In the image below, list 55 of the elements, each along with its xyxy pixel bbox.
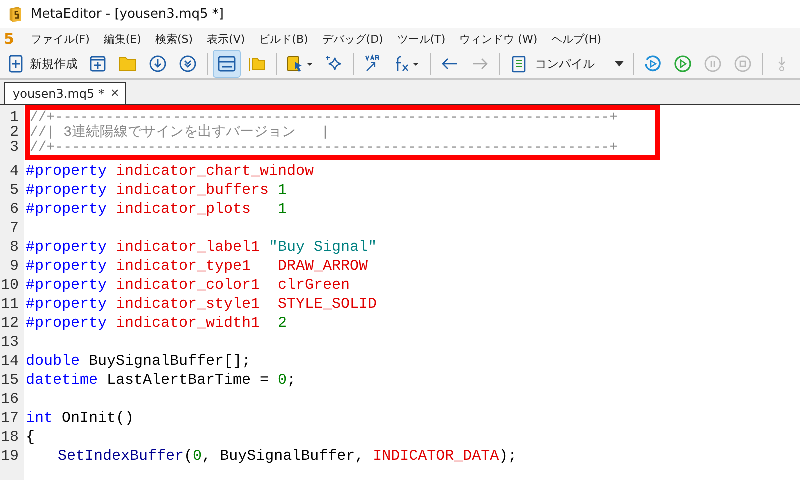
code-line: SetIndexBuffer(0, BuySignalBuffer, INDICATOR_DATA); <box>57 448 518 465</box>
line-number: 12 <box>0 315 20 332</box>
code-line: double BuySignalBuffer[]; <box>25 353 252 370</box>
menu-item[interactable]: ツール(T) <box>390 32 453 46</box>
code-line: #property indicator_type1 DRAW_ARROW <box>25 258 368 275</box>
code-line: //| 3連続陽線でサインを出すバージョン | <box>30 125 330 141</box>
line-number: 13 <box>0 334 20 351</box>
line-number: 6 <box>8 201 20 218</box>
menu-item[interactable]: ヘルプ(H) <box>544 32 608 46</box>
tab-label: yousen3.mq5 * <box>13 86 104 100</box>
file-tab[interactable]: yousen3.mq5 * ✕ <box>4 82 126 104</box>
menu-logo: 5 <box>4 30 16 48</box>
tab-close-button[interactable]: ✕ <box>110 87 120 100</box>
menu-item[interactable]: 表示(V) <box>200 32 252 46</box>
code-line: datetime LastAlertBarTime = 0; <box>25 372 296 389</box>
code-line: #property indicator_plots 1 <box>25 201 288 218</box>
code-line: #property indicator_label1 "Buy Signal" <box>25 239 378 256</box>
code-line: //+------------------------------------------------------------------+ <box>30 110 618 126</box>
line-number: 19 <box>0 448 20 465</box>
line-number: 10 <box>0 277 20 294</box>
layout-icon <box>217 54 237 74</box>
line-number: 5 <box>8 182 20 199</box>
line-number: 7 <box>8 220 20 237</box>
window-title: MetaEditor - [yousen3.mq5 *] <box>31 6 224 22</box>
line-number: 15 <box>0 372 20 389</box>
code-line: #property indicator_color1 clrGreen <box>25 277 350 294</box>
line-number: 1 <box>8 110 20 125</box>
menu-item[interactable]: ウィンドウ (W) <box>452 32 545 46</box>
app-logo-icon <box>8 6 23 22</box>
line-number: 18 <box>0 429 20 446</box>
code-line: { <box>25 429 36 446</box>
line-number: 16 <box>0 391 20 408</box>
menu-item[interactable]: 検索(S) <box>148 32 200 46</box>
compile-button[interactable]: コンパイル <box>505 50 628 78</box>
line-number: 8 <box>8 239 20 256</box>
menu-item[interactable]: ビルド(B) <box>252 32 316 46</box>
caret-icon <box>615 61 624 67</box>
panel-layout-button[interactable] <box>213 50 241 78</box>
line-number: 4 <box>8 163 20 180</box>
line-number: 3 <box>8 140 20 155</box>
menu-item[interactable]: 編集(E) <box>96 32 148 46</box>
line-number: 17 <box>0 410 20 427</box>
new-file-button[interactable]: 新規作成 <box>2 50 82 78</box>
line-number: 11 <box>0 296 20 313</box>
line-number: 2 <box>8 125 20 140</box>
code-line: #property indicator_chart_window <box>25 163 314 180</box>
menu-item[interactable]: ファイル(F) <box>24 32 97 46</box>
line-number: 9 <box>8 258 20 275</box>
code-line: //+------------------------------------------------------------------+ <box>30 140 618 156</box>
code-line: #property indicator_style1 STYLE_SOLID <box>25 296 378 313</box>
code-line: #property indicator_width1 2 <box>25 315 288 332</box>
code-line: int OnInit() <box>25 410 134 427</box>
menu-item[interactable]: デバッグ(D) <box>315 32 390 46</box>
line-number: 14 <box>0 353 20 370</box>
code-line: #property indicator_buffers 1 <box>25 182 288 199</box>
